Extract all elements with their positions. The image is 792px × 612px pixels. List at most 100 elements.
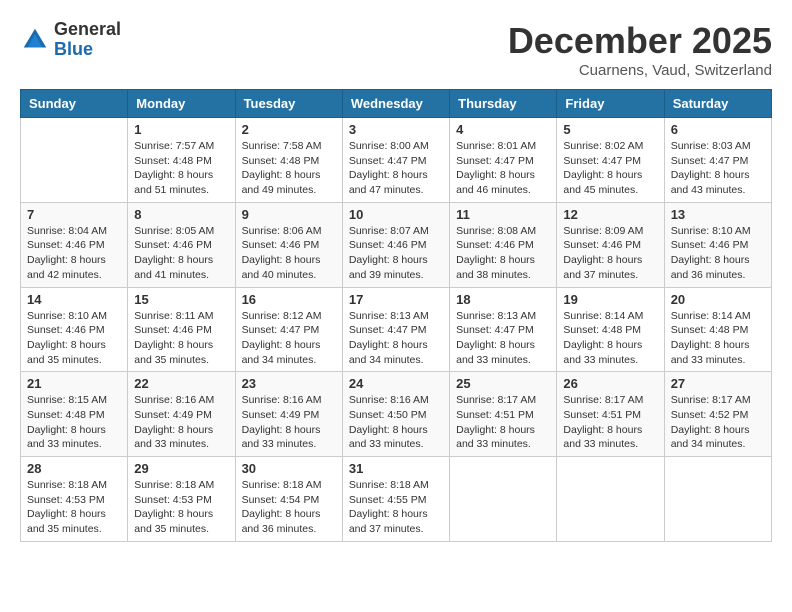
day-info: Sunrise: 8:18 AMSunset: 4:55 PMDaylight:… (349, 478, 443, 537)
day-number: 25 (456, 376, 550, 391)
title-area: December 2025 Cuarnens, Vaud, Switzerlan… (508, 20, 772, 79)
day-info: Sunrise: 8:14 AMSunset: 4:48 PMDaylight:… (563, 309, 657, 368)
calendar-cell: 20 Sunrise: 8:14 AMSunset: 4:48 PMDayligh… (664, 287, 771, 372)
calendar-cell: 16 Sunrise: 8:12 AMSunset: 4:47 PMDayligh… (235, 287, 342, 372)
calendar-cell: 6 Sunrise: 8:03 AMSunset: 4:47 PMDaylight… (664, 118, 771, 203)
day-info: Sunrise: 8:17 AMSunset: 4:52 PMDaylight:… (671, 393, 765, 452)
day-number: 17 (349, 292, 443, 307)
logo: General Blue (20, 20, 121, 60)
day-info: Sunrise: 8:03 AMSunset: 4:47 PMDaylight:… (671, 139, 765, 198)
weekday-header-wednesday: Wednesday (342, 90, 449, 118)
day-info: Sunrise: 8:01 AMSunset: 4:47 PMDaylight:… (456, 139, 550, 198)
calendar-cell: 9 Sunrise: 8:06 AMSunset: 4:46 PMDaylight… (235, 202, 342, 287)
day-number: 2 (242, 122, 336, 137)
day-number: 12 (563, 207, 657, 222)
logo-blue-text: Blue (54, 40, 121, 60)
day-number: 3 (349, 122, 443, 137)
day-number: 28 (27, 461, 121, 476)
day-number: 20 (671, 292, 765, 307)
logo-text: General Blue (54, 20, 121, 60)
week-row-1: 7Sunrise: 8:04 AMSunset: 4:46 PMDaylight… (21, 202, 772, 287)
header: General Blue December 2025 Cuarnens, Vau… (20, 20, 772, 79)
calendar-cell: 17 Sunrise: 8:13 AMSunset: 4:47 PMDayligh… (342, 287, 449, 372)
calendar-cell: 27 Sunrise: 8:17 AMSunset: 4:52 PMDayligh… (664, 372, 771, 457)
day-number: 5 (563, 122, 657, 137)
week-row-2: 14 Sunrise: 8:10 AMSunset: 4:46 PMDayligh… (21, 287, 772, 372)
logo-icon (20, 25, 50, 55)
day-info: Sunrise: 8:16 AMSunset: 4:50 PMDaylight:… (349, 393, 443, 452)
day-info: Sunrise: 8:16 AMSunset: 4:49 PMDaylight:… (242, 393, 336, 452)
calendar-cell: 5 Sunrise: 8:02 AMSunset: 4:47 PMDaylight… (557, 118, 664, 203)
day-number: 27 (671, 376, 765, 391)
calendar-cell (557, 457, 664, 542)
day-number: 19 (563, 292, 657, 307)
day-number: 10 (349, 207, 443, 222)
logo-general-text: General (54, 20, 121, 40)
day-info: Sunrise: 7:58 AMSunset: 4:48 PMDaylight:… (242, 139, 336, 198)
day-number: 24 (349, 376, 443, 391)
calendar: SundayMondayTuesdayWednesdayThursdayFrid… (20, 89, 772, 542)
day-info: Sunrise: 8:12 AMSunset: 4:47 PMDaylight:… (242, 309, 336, 368)
week-row-3: 21 Sunrise: 8:15 AMSunset: 4:48 PMDayligh… (21, 372, 772, 457)
calendar-cell: 10Sunrise: 8:07 AMSunset: 4:46 PMDayligh… (342, 202, 449, 287)
calendar-cell: 29Sunrise: 8:18 AMSunset: 4:53 PMDayligh… (128, 457, 235, 542)
calendar-cell: 3 Sunrise: 8:00 AMSunset: 4:47 PMDaylight… (342, 118, 449, 203)
calendar-cell (21, 118, 128, 203)
weekday-header-monday: Monday (128, 90, 235, 118)
day-number: 11 (456, 207, 550, 222)
calendar-cell: 12Sunrise: 8:09 AMSunset: 4:46 PMDayligh… (557, 202, 664, 287)
day-info: Sunrise: 8:10 AMSunset: 4:46 PMDaylight:… (27, 309, 121, 368)
day-info: Sunrise: 7:57 AMSunset: 4:48 PMDaylight:… (134, 139, 228, 198)
day-info: Sunrise: 8:02 AMSunset: 4:47 PMDaylight:… (563, 139, 657, 198)
day-info: Sunrise: 8:05 AMSunset: 4:46 PMDaylight:… (134, 224, 228, 283)
day-number: 16 (242, 292, 336, 307)
weekday-header-saturday: Saturday (664, 90, 771, 118)
day-number: 13 (671, 207, 765, 222)
calendar-cell: 23 Sunrise: 8:16 AMSunset: 4:49 PMDayligh… (235, 372, 342, 457)
day-number: 29 (134, 461, 228, 476)
day-number: 1 (134, 122, 228, 137)
day-info: Sunrise: 8:14 AMSunset: 4:48 PMDaylight:… (671, 309, 765, 368)
day-number: 31 (349, 461, 443, 476)
calendar-cell: 21 Sunrise: 8:15 AMSunset: 4:48 PMDayligh… (21, 372, 128, 457)
calendar-cell (664, 457, 771, 542)
calendar-cell: 15 Sunrise: 8:11 AMSunset: 4:46 PMDayligh… (128, 287, 235, 372)
calendar-cell (450, 457, 557, 542)
day-info: Sunrise: 8:18 AMSunset: 4:54 PMDaylight:… (242, 478, 336, 537)
calendar-cell: 1 Sunrise: 7:57 AMSunset: 4:48 PMDaylight… (128, 118, 235, 203)
calendar-cell: 30 Sunrise: 8:18 AMSunset: 4:54 PMDayligh… (235, 457, 342, 542)
calendar-cell: 13Sunrise: 8:10 AMSunset: 4:46 PMDayligh… (664, 202, 771, 287)
calendar-cell: 2 Sunrise: 7:58 AMSunset: 4:48 PMDaylight… (235, 118, 342, 203)
calendar-cell: 11Sunrise: 8:08 AMSunset: 4:46 PMDayligh… (450, 202, 557, 287)
day-number: 15 (134, 292, 228, 307)
day-info: Sunrise: 8:00 AMSunset: 4:47 PMDaylight:… (349, 139, 443, 198)
calendar-cell: 4 Sunrise: 8:01 AMSunset: 4:47 PMDaylight… (450, 118, 557, 203)
calendar-cell: 18Sunrise: 8:13 AMSunset: 4:47 PMDayligh… (450, 287, 557, 372)
day-info: Sunrise: 8:15 AMSunset: 4:48 PMDaylight:… (27, 393, 121, 452)
day-number: 6 (671, 122, 765, 137)
day-info: Sunrise: 8:17 AMSunset: 4:51 PMDaylight:… (563, 393, 657, 452)
day-info: Sunrise: 8:13 AMSunset: 4:47 PMDaylight:… (349, 309, 443, 368)
calendar-cell: 25 Sunrise: 8:17 AMSunset: 4:51 PMDayligh… (450, 372, 557, 457)
weekday-header-tuesday: Tuesday (235, 90, 342, 118)
calendar-cell: 14 Sunrise: 8:10 AMSunset: 4:46 PMDayligh… (21, 287, 128, 372)
day-number: 18 (456, 292, 550, 307)
location: Cuarnens, Vaud, Switzerland (508, 62, 772, 79)
day-info: Sunrise: 8:16 AMSunset: 4:49 PMDaylight:… (134, 393, 228, 452)
weekday-header-row: SundayMondayTuesdayWednesdayThursdayFrid… (21, 90, 772, 118)
day-number: 30 (242, 461, 336, 476)
day-number: 14 (27, 292, 121, 307)
calendar-cell: 22 Sunrise: 8:16 AMSunset: 4:49 PMDayligh… (128, 372, 235, 457)
day-number: 22 (134, 376, 228, 391)
day-number: 4 (456, 122, 550, 137)
day-info: Sunrise: 8:17 AMSunset: 4:51 PMDaylight:… (456, 393, 550, 452)
day-info: Sunrise: 8:11 AMSunset: 4:46 PMDaylight:… (134, 309, 228, 368)
day-number: 23 (242, 376, 336, 391)
day-number: 9 (242, 207, 336, 222)
week-row-4: 28Sunrise: 8:18 AMSunset: 4:53 PMDayligh… (21, 457, 772, 542)
day-number: 21 (27, 376, 121, 391)
day-info: Sunrise: 8:06 AMSunset: 4:46 PMDaylight:… (242, 224, 336, 283)
calendar-cell: 26Sunrise: 8:17 AMSunset: 4:51 PMDayligh… (557, 372, 664, 457)
weekday-header-friday: Friday (557, 90, 664, 118)
calendar-cell: 7Sunrise: 8:04 AMSunset: 4:46 PMDaylight… (21, 202, 128, 287)
